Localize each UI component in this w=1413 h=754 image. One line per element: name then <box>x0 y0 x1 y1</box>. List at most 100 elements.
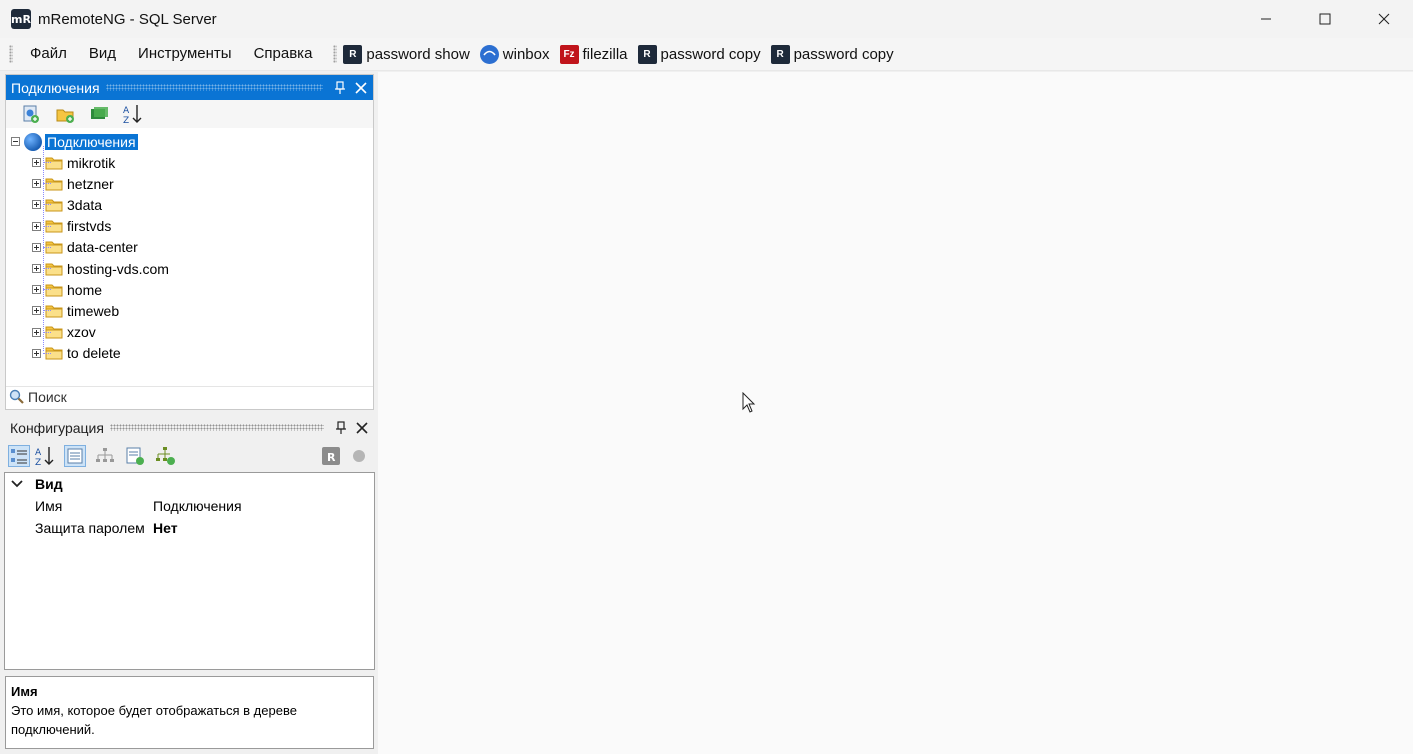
status-button[interactable] <box>348 445 370 467</box>
close-icon <box>356 421 368 434</box>
property-category[interactable]: Вид <box>5 473 374 495</box>
window-controls <box>1236 0 1413 38</box>
alphabetical-button[interactable]: AZ <box>34 445 56 467</box>
tree-folder[interactable]: hosting-vds.com <box>32 258 169 279</box>
sort-az-icon: AZ <box>35 447 54 467</box>
monitor-icon <box>91 107 108 119</box>
categorized-button[interactable] <box>8 445 30 467</box>
status-dot-icon <box>353 450 365 462</box>
expand-toggle[interactable] <box>32 327 41 337</box>
ext-tool-password-show[interactable]: R password show <box>343 41 470 67</box>
tree-root[interactable]: Подключения <box>11 131 138 152</box>
connections-panel-title: Подключения <box>11 79 100 96</box>
connections-panel: Подключения AZ Подключения mikrotik hetzn <box>5 74 374 410</box>
expand-toggle[interactable] <box>32 221 41 231</box>
pin-button[interactable] <box>332 419 350 437</box>
new-folder-icon <box>56 109 74 123</box>
app-icon: mR <box>11 9 31 29</box>
property-row[interactable]: Защита паролем Нет <box>5 517 374 539</box>
mouse-cursor-icon <box>742 392 756 413</box>
property-name: Защита паролем <box>35 520 145 536</box>
icon-select-button[interactable]: R <box>320 445 342 467</box>
panel-close-button[interactable] <box>352 79 370 97</box>
pin-icon <box>335 80 345 94</box>
property-value[interactable]: Подключения <box>153 498 374 514</box>
config-panel-header[interactable]: Конфигурация <box>5 415 374 440</box>
panel-close-button[interactable] <box>353 419 371 437</box>
config-toolbar: AZ R <box>5 440 374 472</box>
expand-toggle[interactable] <box>32 306 41 316</box>
new-connection-button[interactable] <box>20 103 42 125</box>
expand-toggle[interactable] <box>32 200 41 210</box>
default-properties-icon <box>126 447 144 465</box>
close-icon <box>355 81 367 94</box>
default-inheritance-button[interactable] <box>154 445 176 467</box>
new-folder-button[interactable] <box>54 103 76 125</box>
svg-text:A: A <box>35 448 42 458</box>
ext-tool-password-copy-1[interactable]: R password copy <box>637 41 761 67</box>
search-input[interactable]: Поиск <box>28 389 67 405</box>
minimize-button[interactable] <box>1236 0 1295 38</box>
menu-grip[interactable] <box>9 45 13 63</box>
connections-panel-header[interactable]: Подключения <box>6 75 373 100</box>
properties-icon <box>67 448 83 464</box>
pin-button[interactable] <box>331 79 349 97</box>
search-icon <box>9 389 24 404</box>
maximize-button[interactable] <box>1295 0 1354 38</box>
svg-text:Z: Z <box>35 458 41 467</box>
new-connection-icon <box>23 105 39 123</box>
menu-help[interactable]: Справка <box>243 41 324 67</box>
close-button[interactable] <box>1354 0 1413 38</box>
property-grid: Вид Имя Подключения Защита паролем Нет <box>4 472 375 670</box>
collapse-toggle[interactable] <box>11 137 20 146</box>
tree-folder-label: hosting-vds.com <box>67 260 169 277</box>
properties-button[interactable] <box>64 445 86 467</box>
sort-button[interactable]: AZ <box>122 103 144 125</box>
tree-folder-label: data-center <box>67 239 138 256</box>
ext-tool-label: winbox <box>502 45 550 63</box>
inheritance-button[interactable] <box>94 445 116 467</box>
config-panel: Конфигурация AZ R Вид Имя Подключения За… <box>4 415 375 671</box>
ext-tool-winbox[interactable]: winbox <box>479 41 550 67</box>
tree-folder-label: mikrotik <box>67 154 116 171</box>
property-row[interactable]: Имя Подключения <box>5 495 374 517</box>
expand-toggle[interactable] <box>32 179 41 189</box>
main-workspace[interactable] <box>378 72 1413 754</box>
ext-tool-label: password copy <box>793 45 894 63</box>
tree-folder-label: home <box>67 281 103 298</box>
ext-tool-label: password show <box>366 45 470 63</box>
property-name: Имя <box>35 498 63 514</box>
filezilla-icon: Fz <box>559 44 579 64</box>
ext-tool-password-copy-2[interactable]: R password copy <box>770 41 894 67</box>
maximize-icon <box>1319 13 1330 25</box>
window-title: mRemoteNG - SQL Server <box>38 10 217 28</box>
mremoteng-icon: R <box>343 44 363 64</box>
default-properties-button[interactable] <box>124 445 146 467</box>
default-inheritance-icon <box>156 447 175 465</box>
expand-toggle[interactable] <box>32 158 41 167</box>
mremoteng-icon: R <box>770 44 790 64</box>
categorized-icon <box>11 449 27 464</box>
pin-icon <box>336 420 346 434</box>
toolbar-grip[interactable] <box>333 45 338 63</box>
chevron-down-icon[interactable] <box>11 479 23 489</box>
expand-toggle[interactable] <box>32 242 41 252</box>
svg-text:A: A <box>123 106 130 116</box>
expand-toggle[interactable] <box>32 285 41 295</box>
globe-icon <box>24 132 42 151</box>
expand-toggle[interactable] <box>32 348 41 358</box>
close-icon <box>1378 13 1389 25</box>
tree-folder-label: xzov <box>67 324 96 341</box>
menu-view[interactable]: Вид <box>78 41 127 67</box>
search-bar[interactable]: Поиск <box>6 386 373 407</box>
ext-tool-filezilla[interactable]: Fz filezilla <box>559 41 628 67</box>
tree-folder-label: to delete <box>67 345 121 362</box>
tree-folder[interactable]: xzov <box>32 322 96 343</box>
menu-tools[interactable]: Инструменты <box>127 41 243 67</box>
description-title: Имя <box>11 684 38 699</box>
winbox-icon <box>479 44 499 64</box>
property-value[interactable]: Нет <box>153 520 374 536</box>
expand-toggle[interactable] <box>32 264 41 273</box>
view-button[interactable] <box>88 103 110 125</box>
menu-file[interactable]: Файл <box>19 41 78 67</box>
